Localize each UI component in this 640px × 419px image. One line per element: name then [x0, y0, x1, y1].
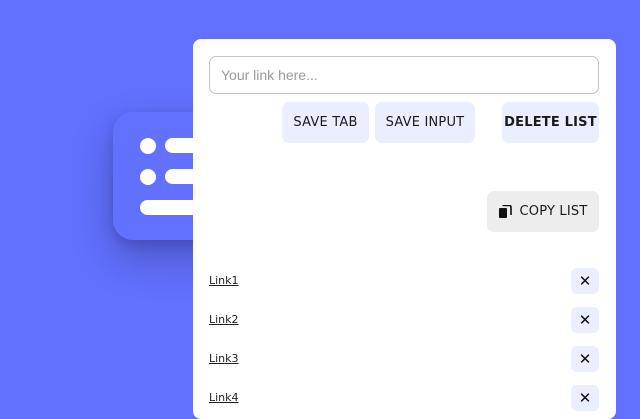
remove-link-button[interactable]: ✕ — [571, 346, 599, 372]
saved-link[interactable]: Link3 — [209, 352, 239, 365]
remove-link-button[interactable]: ✕ — [571, 307, 599, 333]
link-row: Link4 ✕ — [209, 385, 599, 411]
saved-link[interactable]: Link1 — [209, 274, 239, 287]
list-bullet-icon — [140, 169, 156, 185]
save-tab-button[interactable]: SAVE TAB — [282, 102, 369, 143]
delete-list-button[interactable]: DELETE LIST — [502, 102, 599, 143]
popup-panel: SAVE TAB SAVE INPUT DELETE LIST COPY LIS… — [193, 39, 616, 419]
copy-list-label: COPY LIST — [519, 204, 588, 219]
link-row: Link3 ✕ — [209, 346, 599, 372]
list-bullet-icon — [140, 138, 156, 154]
saved-link[interactable]: Link4 — [209, 391, 239, 404]
copy-list-button[interactable]: COPY LIST — [487, 191, 599, 232]
link-input[interactable] — [209, 56, 599, 94]
remove-link-button[interactable]: ✕ — [571, 268, 599, 294]
saved-link[interactable]: Link2 — [209, 313, 239, 326]
copy-icon — [498, 204, 513, 219]
save-input-button[interactable]: SAVE INPUT — [375, 102, 475, 143]
link-row: Link1 ✕ — [209, 268, 599, 294]
remove-link-button[interactable]: ✕ — [571, 385, 599, 411]
link-row: Link2 ✕ — [209, 307, 599, 333]
